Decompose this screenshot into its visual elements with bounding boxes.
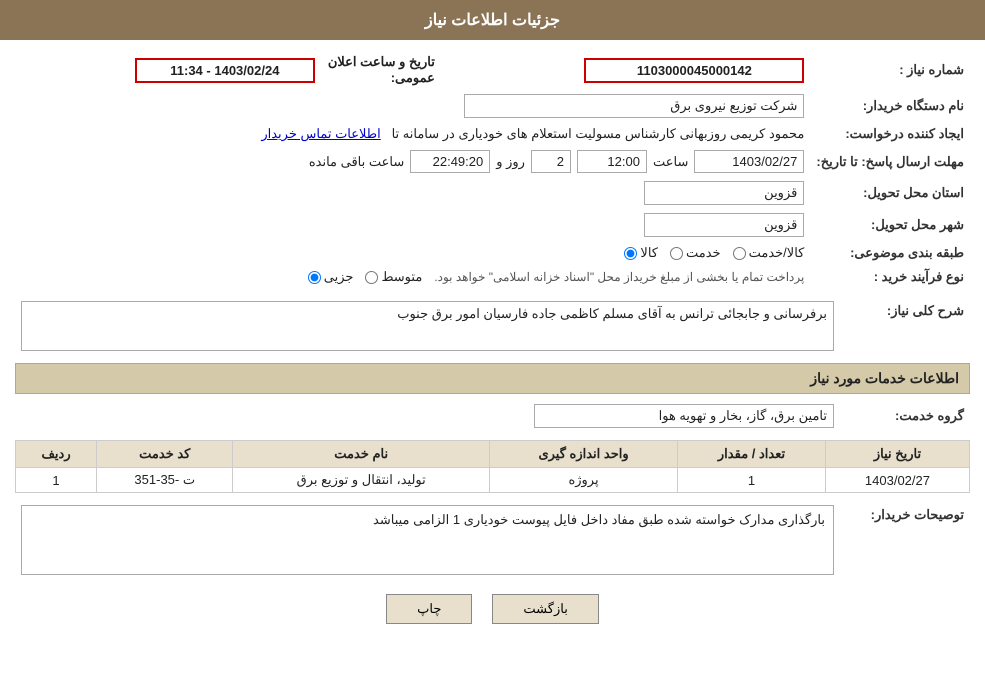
col-tarikh: تاریخ نیاز xyxy=(825,441,969,468)
row-tabaqe: طبقه بندی موضوعی: کالا/خدمت خدمت کالا xyxy=(15,241,970,265)
mohlet-date: 1403/02/27 xyxy=(694,150,804,173)
radio-kala-khedmat-input[interactable] xyxy=(733,247,746,260)
tarikh-label: تاریخ و ساعت اعلان عمومی: xyxy=(321,50,441,90)
mohlet-mande: 22:49:20 xyxy=(410,150,490,173)
col-tedad: تعداد / مقدار xyxy=(678,441,826,468)
radio-kala-label: کالا xyxy=(640,245,658,261)
table-cell: تولید، انتقال و توزیع برق xyxy=(233,468,490,493)
shmare-label: شماره نیاز : xyxy=(810,50,970,90)
mohlet-row: 1403/02/27 ساعت 12:00 2 روز و 22:49:20 س… xyxy=(21,150,804,173)
ejad-link[interactable]: اطلاعات تماس خریدار xyxy=(261,126,380,141)
dastgah-label: نام دستگاه خریدار: xyxy=(810,90,970,122)
shahr-label: شهر محل تحویل: xyxy=(810,209,970,241)
table-cell: ت -35-351 xyxy=(97,468,233,493)
shmare-value: 1103000045000142 xyxy=(584,58,804,83)
sharh-label: شرح کلی نیاز: xyxy=(840,297,970,355)
mohlet-roz-label: روز و xyxy=(496,154,525,170)
page-title: جزئیات اطلاعات نیاز xyxy=(425,12,560,29)
now-tozih: پرداخت تمام یا بخشی از مبلغ خریداز محل "… xyxy=(434,270,804,284)
radio-kala[interactable]: کالا xyxy=(624,245,658,261)
row-shmare: شماره نیاز : 1103000045000142 تاریخ و سا… xyxy=(15,50,970,90)
col-name: نام خدمت xyxy=(233,441,490,468)
services-table: تاریخ نیاز تعداد / مقدار واحد اندازه گیر… xyxy=(15,440,970,493)
sharh-table: شرح کلی نیاز: برفرسانی و جابجائی ترانس ب… xyxy=(15,297,970,355)
khadamat-section-header: اطلاعات خدمات مورد نیاز xyxy=(15,363,970,394)
tabaqe-label: طبقه بندی موضوعی: xyxy=(810,241,970,265)
table-cell: 1 xyxy=(678,468,826,493)
row-dastgah: نام دستگاه خریدار: شرکت توزیع نیروی برق xyxy=(15,90,970,122)
content-area: شماره نیاز : 1103000045000142 تاریخ و سا… xyxy=(0,40,985,649)
ejad-label: ایجاد کننده درخواست: xyxy=(810,122,970,146)
radio-kala-input[interactable] xyxy=(624,247,637,260)
radio-jazii-label: جزیی xyxy=(324,269,354,285)
info-table: شماره نیاز : 1103000045000142 تاریخ و سا… xyxy=(15,50,970,289)
mohlet-saet: 12:00 xyxy=(577,150,647,173)
mohlet-roz: 2 xyxy=(531,150,571,173)
col-vahed: واحد اندازه گیری xyxy=(489,441,677,468)
row-now: نوع فرآیند خرید : پرداخت تمام یا بخشی از… xyxy=(15,265,970,289)
radio-mottaset-input[interactable] xyxy=(365,271,378,284)
radio-khedmat-input[interactable] xyxy=(670,247,683,260)
dastgah-value: شرکت توزیع نیروی برق xyxy=(464,94,804,118)
sharh-value: برفرسانی و جابجائی ترانس به آقای مسلم کا… xyxy=(21,301,834,351)
table-cell: پروژه xyxy=(489,468,677,493)
page-wrapper: جزئیات اطلاعات نیاز شماره نیاز : 1103000… xyxy=(0,0,985,691)
tarikh-value: 1403/02/24 - 11:34 xyxy=(135,58,315,83)
col-code: کد خدمت xyxy=(97,441,233,468)
tosih-label: توصیحات خریدار: xyxy=(840,501,970,579)
radio-kala-khedmat-label: کالا/خدمت xyxy=(749,245,805,261)
row-mohlet: مهلت ارسال پاسخ: تا تاریخ: 1403/02/27 سا… xyxy=(15,146,970,177)
table-cell: 1403/02/27 xyxy=(825,468,969,493)
services-thead: تاریخ نیاز تعداد / مقدار واحد اندازه گیر… xyxy=(16,441,970,468)
radio-kala-khedmat[interactable]: کالا/خدمت xyxy=(733,245,805,261)
radio-khedmat-label: خدمت xyxy=(686,245,721,261)
mohlet-saet-label: ساعت xyxy=(653,154,688,170)
row-group: گروه خدمت: تامین برق، گاز، بخار و تهویه … xyxy=(15,400,970,432)
radio-jazii[interactable]: جزیی xyxy=(308,269,354,285)
table-cell: 1 xyxy=(16,468,97,493)
print-button[interactable]: چاپ xyxy=(386,594,472,624)
tabaqe-group: کالا/خدمت خدمت کالا xyxy=(21,245,804,261)
btn-bar: بازگشت چاپ xyxy=(15,594,970,624)
services-header-row: تاریخ نیاز تعداد / مقدار واحد اندازه گیر… xyxy=(16,441,970,468)
row-shahr: شهر محل تحویل: قزوین xyxy=(15,209,970,241)
now-group: پرداخت تمام یا بخشی از مبلغ خریداز محل "… xyxy=(21,269,804,285)
page-header: جزئیات اطلاعات نیاز xyxy=(0,0,985,40)
group-label: گروه خدمت: xyxy=(840,400,970,432)
mohlet-label: مهلت ارسال پاسخ: تا تاریخ: xyxy=(810,146,970,177)
radio-khedmat[interactable]: خدمت xyxy=(670,245,721,261)
ejad-value: محمود کریمی روزبهانی کارشناس مسولیت استع… xyxy=(392,126,805,141)
radio-mottaset[interactable]: متوسط xyxy=(365,269,422,285)
row-ostan: استان محل تحویل: قزوین xyxy=(15,177,970,209)
services-tbody: 1403/02/271پروژهتولید، انتقال و توزیع بر… xyxy=(16,468,970,493)
row-ejad: ایجاد کننده درخواست: محمود کریمی روزبهان… xyxy=(15,122,970,146)
mohlet-mande-label: ساعت باقی مانده xyxy=(309,154,404,170)
back-button[interactable]: بازگشت xyxy=(492,594,598,624)
shahr-value: قزوین xyxy=(644,213,804,237)
row-sharh: شرح کلی نیاز: برفرسانی و جابجائی ترانس ب… xyxy=(15,297,970,355)
group-table: گروه خدمت: تامین برق، گاز، بخار و تهویه … xyxy=(15,400,970,432)
radio-mottaset-label: متوسط xyxy=(381,269,422,285)
now-label: نوع فرآیند خرید : xyxy=(810,265,970,289)
tosih-table: توصیحات خریدار: بارگذاری مدارک خواسته شد… xyxy=(15,501,970,579)
row-tosih: توصیحات خریدار: بارگذاری مدارک خواسته شد… xyxy=(15,501,970,579)
ostan-value: قزوین xyxy=(644,181,804,205)
table-row: 1403/02/271پروژهتولید، انتقال و توزیع بر… xyxy=(16,468,970,493)
radio-jazii-input[interactable] xyxy=(308,271,321,284)
group-value: تامین برق، گاز، بخار و تهویه هوا xyxy=(534,404,834,428)
tosih-value: بارگذاری مدارک خواسته شده طبق مفاد داخل … xyxy=(21,505,834,575)
ostan-label: استان محل تحویل: xyxy=(810,177,970,209)
col-radif: ردیف xyxy=(16,441,97,468)
